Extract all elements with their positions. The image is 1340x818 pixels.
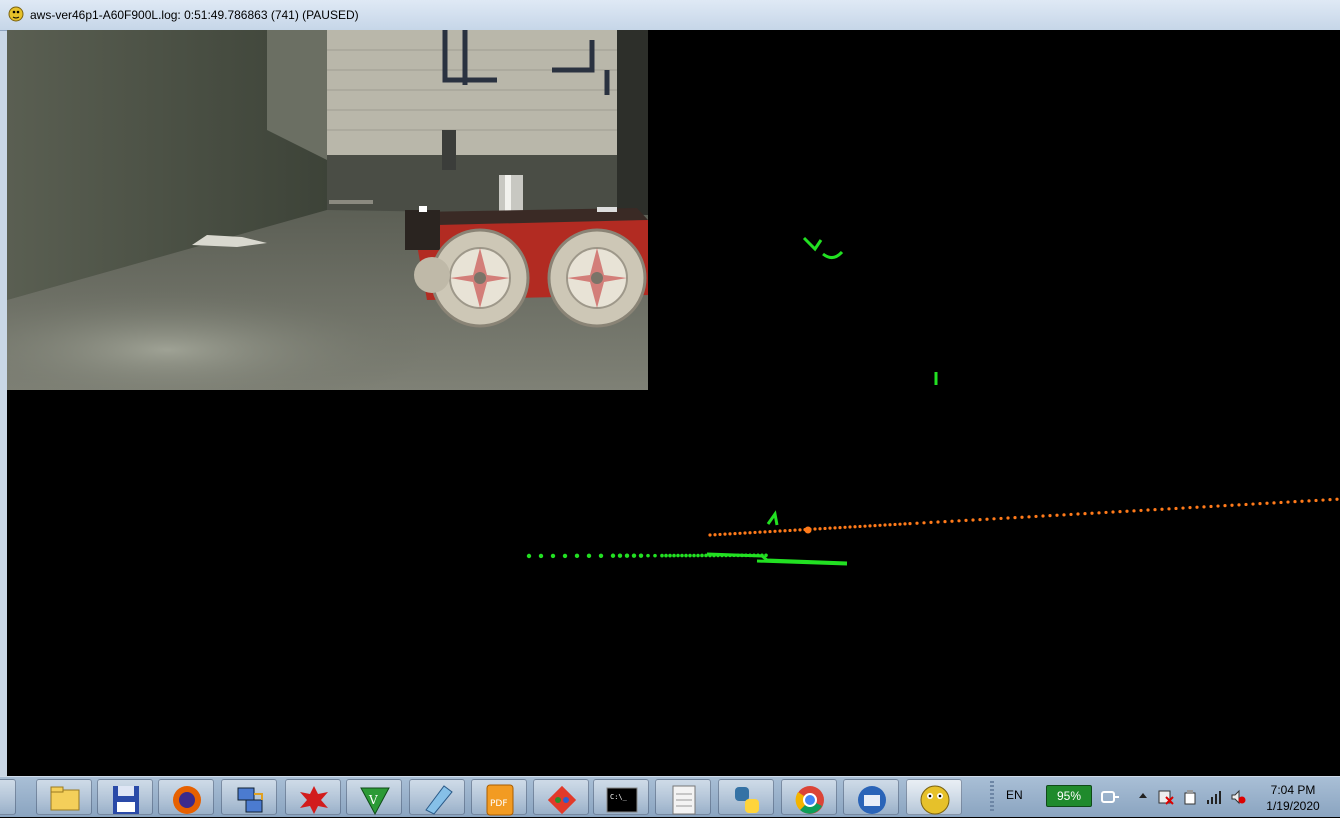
tray-expand-icon[interactable]	[1137, 789, 1149, 803]
usb-device-icon[interactable]	[1182, 789, 1198, 805]
taskbar: V PDF C:\_ EN 95% 7:04 PM 1/19/2020	[0, 776, 1340, 817]
thunderbird-icon	[858, 786, 886, 814]
firefox-icon	[173, 786, 201, 814]
taskbar-grip	[990, 781, 994, 813]
taskbar-app-red-splat[interactable]	[285, 779, 341, 815]
lidar-clusters-green	[706, 236, 938, 566]
taskbar-app-save-floppy[interactable]	[97, 779, 153, 815]
taskbar-app-chrome[interactable]	[781, 779, 837, 815]
taskbar-app-python[interactable]	[718, 779, 774, 815]
svg-text:PDF: PDF	[490, 799, 508, 809]
taskbar-app-file-explorer[interactable]	[36, 779, 92, 815]
red-splat-icon	[300, 786, 328, 814]
git-icon	[547, 785, 577, 815]
vim-icon: V	[360, 787, 390, 816]
taskbar-app-document[interactable]	[655, 779, 711, 815]
clock-time[interactable]: 7:04 PM	[1262, 783, 1324, 797]
taskbar-app-network-computer[interactable]	[221, 779, 277, 815]
wifi-signal-icon[interactable]	[1206, 789, 1222, 805]
battery-indicator[interactable]: 95%	[1046, 785, 1092, 807]
taskbar-app-pdf[interactable]: PDF	[471, 779, 527, 816]
terminal-icon: C:\_	[606, 787, 638, 813]
file-explorer-icon	[50, 786, 80, 811]
power-plug-icon[interactable]	[1100, 789, 1120, 805]
svg-text:C:\_: C:\_	[610, 793, 628, 801]
taskbar-app-vim[interactable]: V	[346, 779, 402, 816]
python-icon	[735, 787, 759, 813]
window-title: aws-ver46p1-A60F900L.log: 0:51:49.786863…	[30, 8, 359, 22]
python-snake-icon	[8, 6, 24, 22]
action-center-icon[interactable]	[1158, 789, 1174, 805]
taskbar-app-terminal[interactable]: C:\_	[593, 779, 649, 815]
lidar-scan-view	[526, 236, 1339, 566]
chrome-icon	[795, 786, 824, 814]
start-button[interactable]	[0, 779, 16, 815]
svg-text:V: V	[368, 793, 378, 807]
save-floppy-icon	[113, 786, 139, 814]
document-icon	[672, 785, 696, 815]
notepad-icon	[425, 785, 453, 815]
network-computer-icon	[237, 787, 263, 813]
python-snake-icon	[920, 785, 950, 815]
taskbar-app-firefox[interactable]	[158, 779, 214, 815]
language-indicator[interactable]: EN	[1006, 788, 1023, 802]
taskbar-app-thunderbird[interactable]	[843, 779, 899, 815]
robot-pose-marker	[804, 526, 812, 534]
clock-date[interactable]: 1/19/2020	[1258, 799, 1328, 813]
visualization-canvas[interactable]	[7, 30, 1340, 776]
taskbar-app-git[interactable]	[533, 779, 589, 815]
battery-percent: 95%	[1056, 789, 1082, 803]
pdf-icon: PDF	[486, 784, 514, 816]
title-bar[interactable]: aws-ver46p1-A60F900L.log: 0:51:49.786863…	[0, 0, 1340, 31]
taskbar-app-notepad[interactable]	[409, 779, 465, 815]
app-window: aws-ver46p1-A60F900L.log: 0:51:49.786863…	[0, 0, 1340, 776]
lidar-points-orange	[708, 497, 1339, 537]
taskbar-app-python-snake[interactable]	[906, 779, 962, 815]
volume-muted-icon[interactable]	[1230, 789, 1246, 805]
